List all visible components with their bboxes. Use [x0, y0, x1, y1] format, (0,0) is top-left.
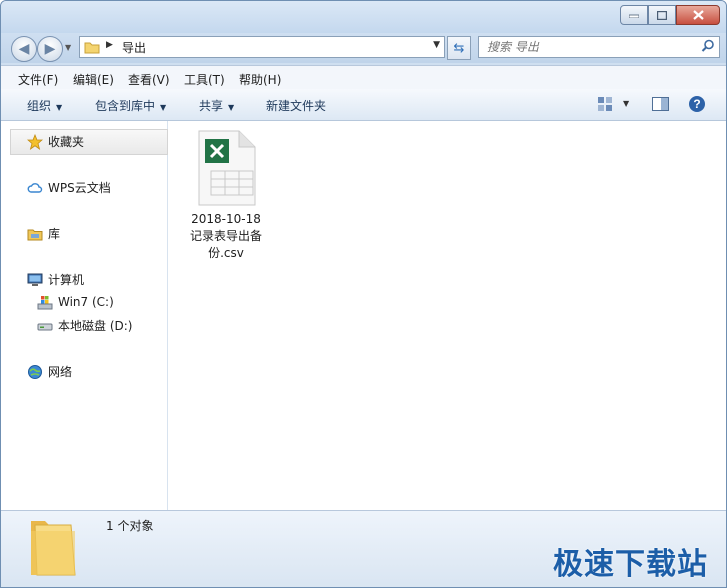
excel-csv-icon: [198, 130, 256, 206]
organize-dropdown-icon: ▼: [56, 103, 63, 112]
back-button[interactable]: ◀: [11, 36, 37, 62]
address-row: ◀ ▶ ▼ ▶ 导出 ▼ ⇆: [1, 33, 726, 63]
item-count: 1 个对象: [106, 519, 154, 533]
include-in-library-label: 包含到库中: [95, 99, 156, 113]
back-arrow-icon: ◀: [18, 41, 30, 57]
refresh-icon: ⇆: [453, 40, 465, 56]
address-bar[interactable]: ▶ 导出 ▼: [79, 36, 445, 58]
breadcrumb-arrow-icon[interactable]: ▶: [106, 40, 113, 50]
nav-network-label: 网络: [48, 365, 73, 379]
window-controls: [620, 5, 720, 25]
menu-view[interactable]: 查看(V): [128, 71, 170, 88]
nav-computer[interactable]: 计算机: [27, 271, 84, 288]
navigation-pane: 收藏夹 WPS云文档 库 计算机 Win7 (C:) 本地磁盘 (D:) 网络: [1, 121, 168, 510]
preview-pane-icon: [652, 97, 669, 111]
nav-drive-d-label: 本地磁盘 (D:): [58, 319, 133, 333]
menu-tools[interactable]: 工具(T): [184, 71, 225, 88]
nav-computer-label: 计算机: [48, 273, 85, 287]
file-name-line1: 2018-10-18: [191, 212, 261, 226]
organize-label: 组织: [27, 99, 52, 113]
windows-drive-icon: [37, 294, 53, 310]
include-in-library-button[interactable]: 包含到库中 ▼: [95, 97, 166, 114]
view-dropdown-icon[interactable]: ▼: [623, 99, 629, 108]
nav-wps-cloud[interactable]: WPS云文档: [27, 179, 111, 196]
menu-bar: 文件(F) 编辑(E) 查看(V) 工具(T) 帮助(H): [1, 65, 726, 90]
preview-pane-button[interactable]: [652, 96, 669, 115]
nav-drive-d[interactable]: 本地磁盘 (D:): [37, 317, 132, 334]
search-box: [478, 36, 720, 58]
file-name-line2: 记录表导出备: [189, 229, 262, 243]
hard-drive-icon: [37, 318, 53, 334]
share-label: 共享: [199, 99, 224, 113]
minimize-button[interactable]: [620, 5, 648, 25]
help-button[interactable]: ?: [688, 95, 706, 116]
nav-favorites[interactable]: 收藏夹: [27, 133, 84, 150]
network-icon: [27, 364, 43, 380]
file-item[interactable]: 2018-10-18 记录表导出备 份.csv: [186, 129, 266, 262]
nav-libraries[interactable]: 库: [27, 225, 60, 242]
search-icon[interactable]: [701, 39, 715, 53]
nav-wps-cloud-label: WPS云文档: [48, 181, 111, 195]
include-dropdown-icon: ▼: [160, 103, 167, 112]
cloud-icon: [27, 180, 43, 196]
address-dropdown-icon[interactable]: ▼: [433, 40, 440, 50]
recent-pages-dropdown-icon[interactable]: ▼: [65, 43, 71, 52]
share-dropdown-icon: ▼: [228, 103, 235, 112]
new-folder-button[interactable]: 新建文件夹: [266, 97, 326, 114]
maximize-icon: [657, 10, 667, 20]
details-pane: 1 个对象 极速下载站: [1, 510, 726, 587]
file-list: 2018-10-18 记录表导出备 份.csv: [168, 121, 726, 510]
help-icon: ?: [689, 96, 705, 112]
star-icon: [27, 133, 43, 150]
breadcrumb-current[interactable]: 导出: [122, 39, 146, 56]
title-bar: [1, 1, 726, 33]
minimize-icon: [629, 14, 639, 18]
file-name: 2018-10-18 记录表导出备 份.csv: [186, 211, 266, 262]
folder-icon: [84, 42, 100, 54]
view-grid-icon: [598, 97, 612, 111]
change-view-button[interactable]: [597, 96, 613, 115]
forward-arrow-icon: ▶: [44, 41, 56, 57]
close-icon: [692, 10, 704, 20]
library-icon: [27, 226, 43, 242]
forward-button[interactable]: ▶: [37, 36, 63, 62]
refresh-button[interactable]: ⇆: [447, 36, 471, 60]
close-button[interactable]: [676, 5, 720, 25]
folder-large-icon: [31, 521, 76, 576]
organize-button[interactable]: 组织 ▼: [27, 97, 62, 114]
menu-file[interactable]: 文件(F): [18, 71, 58, 88]
nav-drive-c-label: Win7 (C:): [58, 295, 114, 309]
explorer-window: ◀ ▶ ▼ ▶ 导出 ▼ ⇆ 文件(F) 编辑(E) 查看(V) 工具(T) 帮…: [0, 0, 727, 588]
maximize-button[interactable]: [648, 5, 676, 25]
nav-libraries-label: 库: [48, 227, 61, 241]
svg-text:?: ?: [693, 97, 700, 111]
file-name-line3: 份.csv: [208, 246, 244, 260]
nav-drive-c[interactable]: Win7 (C:): [37, 294, 114, 310]
menu-edit[interactable]: 编辑(E): [73, 71, 114, 88]
share-button[interactable]: 共享 ▼: [199, 97, 234, 114]
command-toolbar: 组织 ▼ 包含到库中 ▼ 共享 ▼ 新建文件夹 ▼ ?: [1, 89, 726, 121]
nav-network[interactable]: 网络: [27, 363, 72, 380]
watermark-logo: 极速下载站: [553, 547, 708, 582]
menu-help[interactable]: 帮助(H): [239, 71, 281, 88]
nav-favorites-label: 收藏夹: [48, 135, 85, 149]
content-area: 收藏夹 WPS云文档 库 计算机 Win7 (C:) 本地磁盘 (D:) 网络 …: [1, 121, 726, 510]
search-input[interactable]: [485, 38, 689, 56]
computer-icon: [27, 272, 43, 288]
